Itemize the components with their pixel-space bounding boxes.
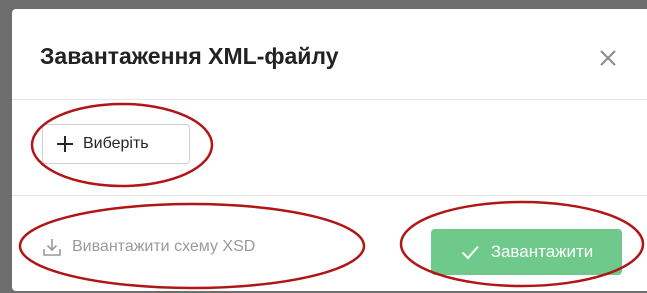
upload-xml-dialog: Завантаження XML-файлу Виберіть Вивантаж… xyxy=(12,9,647,291)
close-icon xyxy=(600,50,616,66)
dialog-body: Виберіть xyxy=(12,100,647,196)
dialog-title: Завантаження XML-файлу xyxy=(40,43,339,69)
dialog-header: Завантаження XML-файлу xyxy=(12,9,647,100)
dialog-footer: Вивантажити схему XSD Завантажити xyxy=(12,196,647,291)
upload-label: Завантажити xyxy=(490,242,594,261)
plus-icon xyxy=(56,135,74,153)
upload-button[interactable]: Завантажити xyxy=(431,229,622,275)
select-file-label: Виберіть xyxy=(83,135,149,152)
download-icon xyxy=(42,237,62,257)
select-file-button[interactable]: Виберіть xyxy=(42,124,190,164)
download-xsd-label: Вивантажити схему XSD xyxy=(72,238,256,255)
close-button[interactable] xyxy=(595,45,621,71)
download-xsd-schema-button[interactable]: Вивантажити схему XSD xyxy=(42,234,255,260)
check-icon xyxy=(460,242,480,262)
